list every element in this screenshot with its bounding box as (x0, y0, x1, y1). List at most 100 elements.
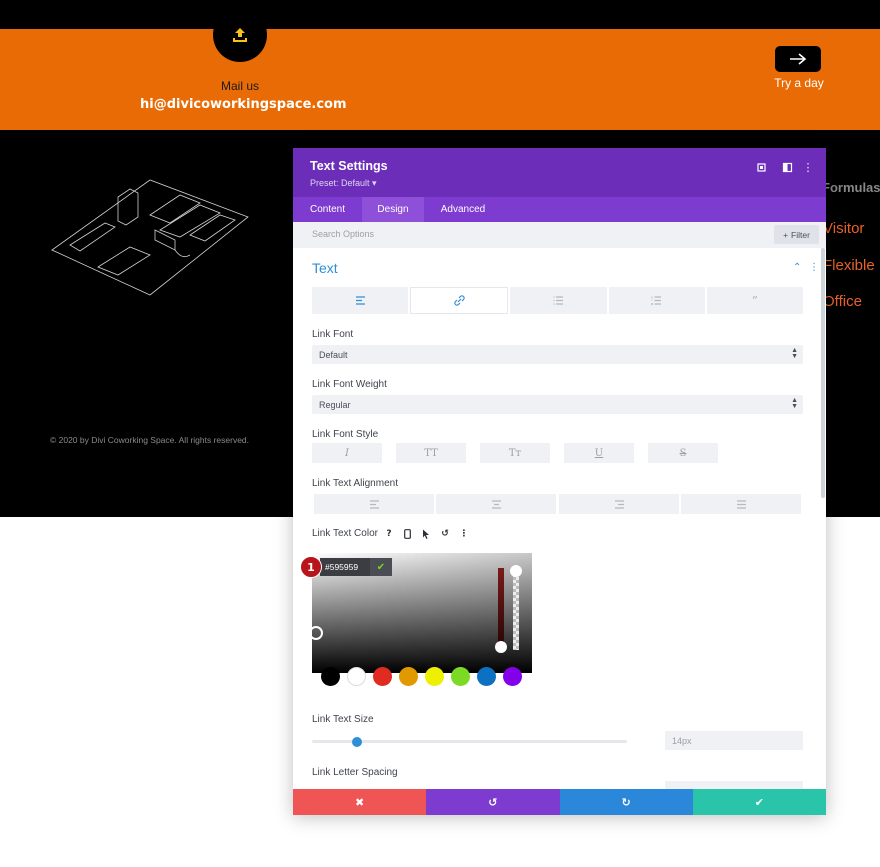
swatch-purple[interactable] (503, 667, 522, 686)
save-button[interactable]: ✔ (692, 789, 826, 815)
align-left-icon (355, 296, 365, 305)
scrollbar[interactable] (821, 248, 825, 498)
strikethrough-button[interactable]: S (648, 443, 718, 463)
page: Mail us hi@divicoworkingspace.com Try a … (0, 0, 880, 867)
text-tab-link[interactable] (410, 287, 509, 314)
help-icon[interactable]: ? (383, 528, 395, 540)
section-title-text[interactable]: Text (312, 260, 338, 276)
flexible-link[interactable]: Flexible (823, 257, 875, 274)
cursor-icon[interactable] (420, 528, 432, 540)
text-tab-list[interactable] (510, 287, 607, 314)
align-right-button[interactable] (559, 494, 679, 514)
link-text-size-label: Link Text Size (312, 714, 374, 725)
align-right-icon (614, 499, 624, 509)
arrow-right-icon (790, 53, 807, 65)
link-icon (454, 295, 465, 306)
link-text-size-handle[interactable] (352, 737, 362, 747)
top-black-bar (0, 0, 880, 29)
tab-content[interactable]: Content (293, 197, 362, 222)
cancel-button[interactable]: ✖ (293, 789, 427, 815)
italic-button[interactable]: I (312, 443, 382, 463)
mobile-icon[interactable] (401, 528, 413, 540)
swatch-yellow[interactable] (425, 667, 444, 686)
modal-title: Text Settings (310, 159, 388, 173)
undo-button[interactable]: ↺ (426, 789, 560, 815)
more-vertical-icon[interactable]: ⋮ (801, 160, 815, 174)
redo-button[interactable]: ↻ (559, 789, 693, 815)
modal-tabs: Content Design Advanced (293, 197, 826, 222)
more-vertical-icon[interactable]: ⋮ (458, 528, 470, 540)
opacity-slider[interactable] (513, 568, 519, 650)
link-letter-spacing-label: Link Letter Spacing (312, 767, 398, 778)
floorplan-illustration (51, 179, 249, 296)
opacity-slider-handle[interactable] (510, 565, 522, 577)
mail-us-label: Mail us (220, 79, 259, 93)
text-tab-align-left[interactable] (312, 287, 409, 314)
link-font-label: Link Font (312, 329, 354, 340)
try-day-label[interactable]: Try a day (765, 76, 833, 90)
link-font-style-label: Link Font Style (312, 429, 379, 440)
align-justify-button[interactable] (681, 494, 801, 514)
text-tab-quote[interactable]: ” (706, 287, 804, 314)
list-icon (553, 296, 563, 305)
formulas-heading: Formulas (822, 180, 880, 195)
link-font-weight-label: Link Font Weight (312, 379, 387, 390)
swatch-white[interactable] (347, 667, 366, 686)
select-caret-icon: ▲ ▼ (791, 347, 798, 360)
link-text-size-input[interactable]: 14px (665, 731, 803, 750)
sidebar-icon[interactable] (780, 160, 794, 174)
link-font-value: Default (319, 349, 348, 360)
swatch-red[interactable] (373, 667, 392, 686)
swatch-green[interactable] (451, 667, 470, 686)
align-justify-icon (736, 499, 746, 509)
visitor-link[interactable]: Visitor (823, 220, 864, 237)
plus-icon: + (783, 229, 789, 240)
ordered-list-icon (651, 296, 662, 305)
text-subtabs: ” (312, 287, 804, 314)
color-picker-handle[interactable] (309, 626, 323, 640)
uppercase-button[interactable]: TT (396, 443, 466, 463)
select-caret-icon: ▲ ▼ (791, 397, 798, 410)
swatch-black[interactable] (321, 667, 340, 686)
upload-icon (213, 8, 267, 62)
filter-label: Filter (791, 229, 810, 240)
link-font-select[interactable]: Default ▲ ▼ (312, 345, 803, 364)
chevron-up-icon[interactable]: ⌃ (793, 262, 801, 273)
swatch-blue[interactable] (477, 667, 496, 686)
align-center-icon (491, 499, 501, 509)
modal-footer: ✖ ↺ ↻ ✔ (293, 789, 826, 815)
hue-slider[interactable] (498, 568, 504, 646)
contact-banner: Mail us hi@divicoworkingspace.com Try a … (0, 8, 880, 130)
mail-address-link[interactable]: hi@divicoworkingspace.com (140, 97, 347, 112)
modal-header[interactable]: Text Settings Preset: Default ▾ ⋮ (293, 148, 826, 197)
align-center-button[interactable] (436, 494, 556, 514)
search-row: Search Options + Filter (293, 222, 826, 248)
section-more-icon[interactable]: ⋮ (809, 262, 819, 273)
text-settings-modal: Text Settings Preset: Default ▾ ⋮ Conten… (293, 148, 826, 815)
swatch-orange[interactable] (399, 667, 418, 686)
link-font-weight-value: Regular (319, 399, 351, 410)
check-icon[interactable]: ✔ (370, 558, 392, 576)
search-options-input[interactable]: Search Options (312, 229, 374, 239)
align-left-button[interactable] (314, 494, 434, 514)
align-left-icon (369, 499, 379, 509)
try-day-button[interactable] (775, 46, 821, 72)
office-link[interactable]: Office (823, 293, 862, 310)
underline-button[interactable]: U (564, 443, 634, 463)
link-text-color-label: Link Text Color (312, 528, 378, 539)
tab-design[interactable]: Design (362, 197, 424, 222)
fullscreen-icon[interactable] (754, 160, 768, 174)
copyright-text: © 2020 by Divi Coworking Space. All righ… (50, 435, 250, 445)
hex-color-input[interactable]: #595959 (320, 558, 370, 576)
link-text-alignment-label: Link Text Alignment (312, 478, 398, 489)
filter-button[interactable]: + Filter (774, 225, 819, 244)
text-tab-ordered-list[interactable] (608, 287, 705, 314)
reset-icon[interactable]: ↺ (439, 528, 451, 540)
step-badge: 1 (300, 556, 322, 578)
capitalize-button[interactable]: Tт (480, 443, 550, 463)
tab-advanced[interactable]: Advanced (424, 197, 502, 222)
hue-slider-handle[interactable] (495, 641, 507, 653)
preset-dropdown[interactable]: Preset: Default ▾ (310, 178, 377, 189)
link-font-weight-select[interactable]: Regular ▲ ▼ (312, 395, 803, 414)
quote-icon: ” (751, 293, 759, 308)
